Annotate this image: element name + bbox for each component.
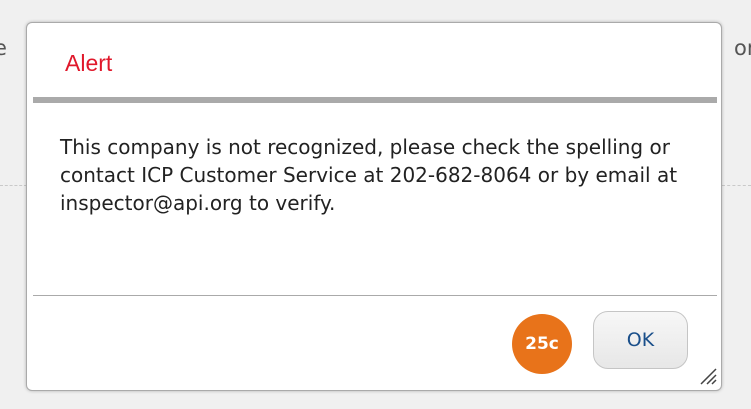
background-divider-right [722,185,751,186]
ok-button[interactable]: OK [593,311,688,369]
background-text-right: or [734,36,751,60]
counter-badge: 25c [512,314,572,374]
dialog-title: Alert [65,50,113,76]
title-divider [33,97,717,103]
alert-dialog: Alert This company is not recognized, pl… [26,22,722,391]
footer-divider [33,295,717,296]
resize-grip-icon[interactable] [699,367,717,385]
dialog-message: This company is not recognized, please c… [60,135,678,215]
background-divider-left [0,185,27,186]
background-text-left: e [0,36,7,60]
